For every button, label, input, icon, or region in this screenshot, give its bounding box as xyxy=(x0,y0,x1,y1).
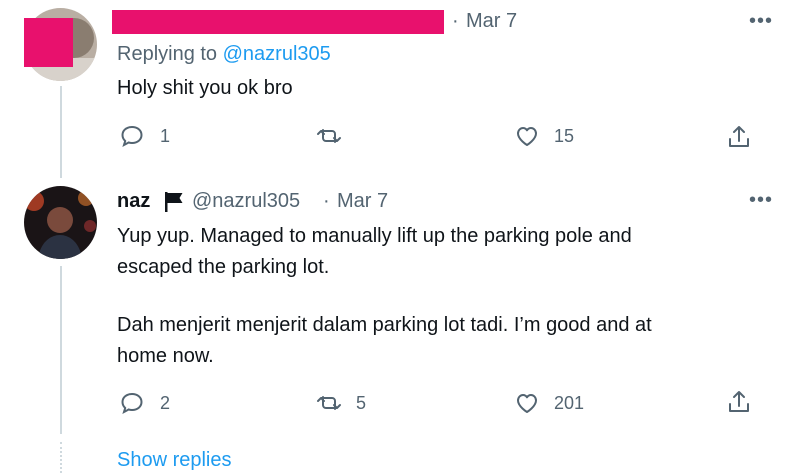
tweet-text-paragraph: Dah menjerit menjerit dalam parking lot … xyxy=(117,314,652,367)
reply-icon xyxy=(120,391,146,415)
avatar[interactable] xyxy=(24,186,97,259)
tweet-text-paragraph: Yup yup. Managed to manually lift up the… xyxy=(117,225,632,278)
retweet-button[interactable]: 5 xyxy=(316,391,366,415)
replying-handle-link[interactable]: @nazrul305 xyxy=(223,43,331,65)
replying-to: Replying to @nazrul305 xyxy=(117,43,331,66)
like-button[interactable]: 201 xyxy=(514,391,584,415)
redacted-avatar xyxy=(24,18,73,67)
more-icon[interactable]: ••• xyxy=(749,11,773,31)
author-handle[interactable]: @nazrul305 xyxy=(192,190,300,213)
reply-button[interactable]: 2 xyxy=(120,391,170,415)
like-button[interactable]: 15 xyxy=(514,124,574,148)
share-button[interactable] xyxy=(726,389,752,415)
reply-count: 2 xyxy=(160,392,171,413)
tweet-separator: · xyxy=(323,190,330,212)
thread-line xyxy=(60,266,62,434)
retweet-icon xyxy=(316,391,342,415)
like-count: 15 xyxy=(554,125,575,146)
replying-label: Replying to xyxy=(117,43,218,65)
author-name[interactable]: naz xyxy=(117,190,150,213)
redacted-name xyxy=(112,10,444,34)
retweet-count: 5 xyxy=(356,392,367,413)
reply-button[interactable]: 1 xyxy=(120,124,170,148)
like-icon xyxy=(514,124,540,148)
share-button[interactable] xyxy=(726,124,752,150)
show-replies-link[interactable]: Show replies xyxy=(117,449,232,472)
retweet-button[interactable] xyxy=(316,124,356,148)
reply-icon xyxy=(120,124,146,148)
more-icon[interactable]: ••• xyxy=(749,190,773,210)
flag-icon xyxy=(163,191,185,218)
reply-count: 1 xyxy=(160,125,171,146)
tweet-text: Holy shit you ok bro xyxy=(117,77,293,99)
like-count: 201 xyxy=(554,392,585,413)
share-icon xyxy=(726,389,752,415)
tweet-timestamp[interactable]: Mar 7 xyxy=(337,190,388,213)
retweet-icon xyxy=(316,124,342,148)
tweet-timestamp[interactable]: Mar 7 xyxy=(466,10,517,33)
tweet-separator: · xyxy=(452,10,459,32)
thread-dots xyxy=(60,442,62,473)
share-icon xyxy=(726,124,752,150)
like-icon xyxy=(514,391,540,415)
thread-line xyxy=(60,86,62,178)
